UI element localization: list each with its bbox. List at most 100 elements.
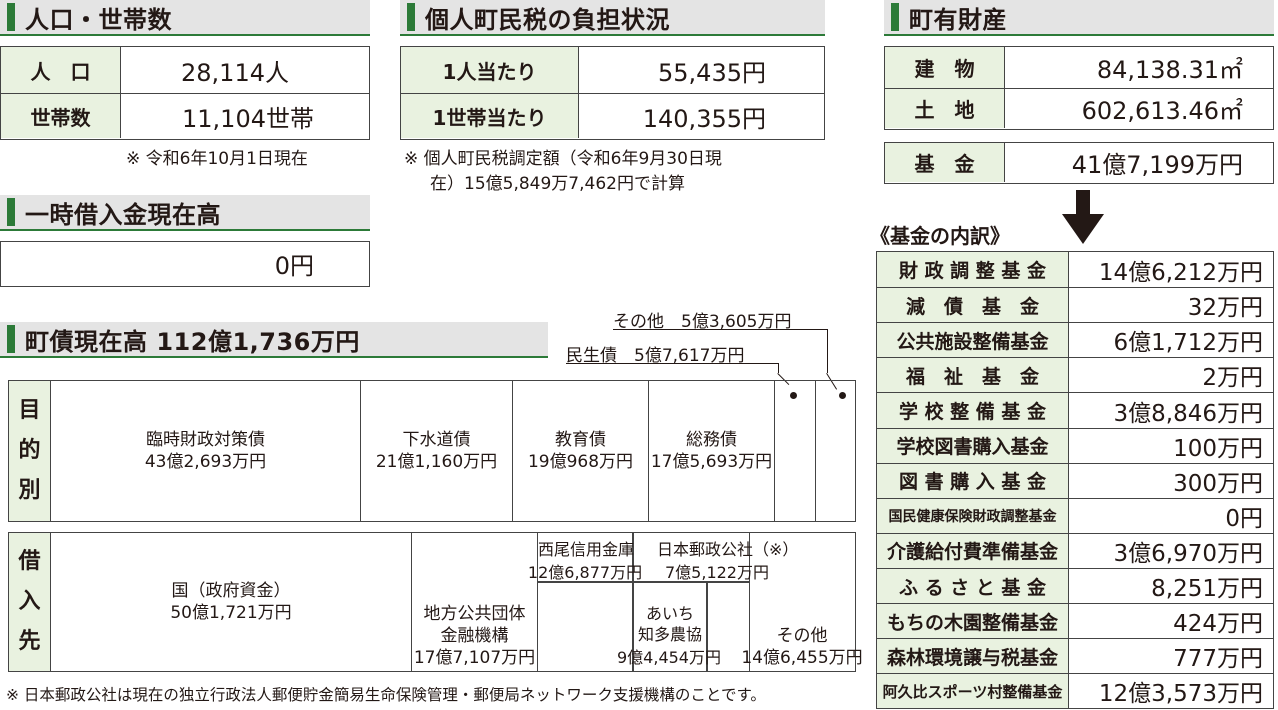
population-heading-text: 人口・世帯数 bbox=[25, 5, 172, 34]
fund-row: 図 書 購 入 基 金 300万円 bbox=[877, 462, 1273, 498]
fund-label: もちの木園整備基金 bbox=[877, 604, 1069, 639]
heading-accent-bar bbox=[7, 3, 15, 31]
lender-name: 地方公共団体 bbox=[423, 604, 526, 624]
fund-value: 32万円 bbox=[1187, 295, 1263, 322]
fund-label: 学校図書購入基金 bbox=[877, 428, 1069, 463]
purpose-amount: 43億2,693万円 bbox=[144, 452, 267, 472]
tax-table: 1人当たり 55,435円 1世帯当たり 140,355円 bbox=[400, 46, 825, 140]
fund-label: 図 書 購 入 基 金 bbox=[877, 463, 1069, 498]
lender-aichi-name1: あいち bbox=[645, 604, 694, 623]
lender-amount: 14億6,455万円 bbox=[741, 648, 863, 668]
purpose-name: 教育債 bbox=[555, 430, 606, 450]
lender-label-char: 先 bbox=[18, 629, 41, 654]
fund-row: 国民健康保険財政調整基金 0円 bbox=[877, 497, 1273, 533]
fund-value: 300万円 bbox=[1173, 470, 1263, 497]
lender-name: 国（政府資金） bbox=[171, 581, 291, 601]
funds-heading: 《基金の内訳》 bbox=[870, 224, 1010, 248]
lender-postal-amount: 7億5,122万円 bbox=[665, 563, 769, 582]
fund-label: 福 祉 基 金 bbox=[877, 358, 1069, 393]
purpose-cell-other bbox=[816, 381, 854, 521]
tax-per-person-value: 55,435円 bbox=[658, 58, 766, 87]
buildings-value: 84,138.31㎡ bbox=[1096, 56, 1243, 84]
fund-row: 阿久比スポーツ村整備基金 12億3,573万円 bbox=[877, 673, 1273, 709]
tax-per-person-label: 1人当たり bbox=[401, 47, 579, 93]
purpose-label-char: 的 bbox=[18, 438, 41, 463]
tax-heading: 個人町民税の負担状況 bbox=[400, 0, 825, 36]
debt-heading-text: 町債現在高 112億1,736万円 bbox=[25, 327, 360, 356]
purpose-label-char: 目 bbox=[18, 398, 41, 423]
purpose-label-char: 別 bbox=[18, 478, 41, 503]
fund-row: 学 校 整 備 基 金 3億8,846万円 bbox=[877, 392, 1273, 428]
purpose-cell-rinji: 臨時財政対策債 43億2,693万円 bbox=[51, 381, 361, 521]
other-marker-dot bbox=[839, 392, 846, 399]
tax-heading-text: 個人町民税の負担状況 bbox=[425, 5, 670, 34]
fund-label: 学 校 整 備 基 金 bbox=[877, 393, 1069, 428]
heading-accent-bar bbox=[407, 3, 415, 31]
lender-postal-name: 日本郵政公社（※） bbox=[657, 540, 799, 559]
fund-row: 減 債 基 金 32万円 bbox=[877, 287, 1273, 323]
fund-value: 0円 bbox=[1225, 505, 1263, 532]
loan-heading: 一時借入金現在高 bbox=[0, 195, 370, 231]
fund-row: 介護給付費準備基金 3億6,970万円 bbox=[877, 532, 1273, 569]
minsei-leader-line bbox=[566, 363, 778, 364]
fund-total-value: 41億7,199万円 bbox=[1071, 151, 1243, 179]
fund-label: ふ る さ と 基 金 bbox=[877, 568, 1069, 604]
fund-label: 減 債 基 金 bbox=[877, 288, 1069, 323]
fund-row: ふ る さ と 基 金 8,251万円 bbox=[877, 567, 1273, 604]
loan-heading-text: 一時借入金現在高 bbox=[25, 200, 221, 229]
lender-label-char: 借 bbox=[18, 549, 41, 574]
purpose-name: 臨時財政対策債 bbox=[146, 430, 265, 450]
land-value: 602,613.46㎡ bbox=[1081, 97, 1243, 125]
purpose-amount: 19億968万円 bbox=[527, 452, 634, 472]
funds-table: 財 政 調 整 基 金 14億6,212万円 減 債 基 金 32万円 公共施設… bbox=[876, 251, 1274, 709]
tax-per-person-row: 1人当たり 55,435円 bbox=[401, 47, 824, 93]
tax-per-household-row: 1世帯当たり 140,355円 bbox=[401, 93, 824, 138]
lender-amount: 50億1,721万円 bbox=[170, 603, 292, 623]
fund-total-label: 基 金 bbox=[885, 143, 1005, 182]
lender-aichi-name2: 知多農協 bbox=[637, 625, 702, 644]
fund-label: 国民健康保険財政調整基金 bbox=[877, 498, 1069, 533]
lender-cell-local-finance: 地方公共団体 金融機構 17億7,107万円 bbox=[412, 533, 538, 671]
population-heading: 人口・世帯数 bbox=[0, 0, 370, 36]
fund-value: 2万円 bbox=[1202, 365, 1263, 392]
fund-label: 阿久比スポーツ村整備基金 bbox=[877, 674, 1069, 709]
fund-value: 100万円 bbox=[1173, 435, 1263, 462]
lender-aichi-amount: 9億4,454万円 bbox=[617, 648, 721, 667]
fund-row: もちの木園整備基金 424万円 bbox=[877, 603, 1273, 639]
households-label: 世帯数 bbox=[1, 94, 121, 138]
population-note: ※ 令和6年10月1日現在 bbox=[126, 149, 308, 169]
minsei-marker-dot bbox=[790, 392, 797, 399]
population-value: 28,114人 bbox=[181, 58, 289, 87]
fund-value: 3億8,846万円 bbox=[1113, 400, 1263, 427]
lender-row-label: 借 入 先 bbox=[9, 533, 51, 671]
fund-row: 学校図書購入基金 100万円 bbox=[877, 427, 1273, 463]
population-table: 人 口 28,114人 世帯数 11,104世帯 bbox=[0, 46, 370, 140]
land-row: 土 地 602,613.46㎡ bbox=[885, 88, 1273, 128]
debt-lender-box: 借 入 先 国（政府資金） 50億1,721万円 地方公共団体 金融機構 17億… bbox=[8, 532, 863, 672]
other-leader-line bbox=[613, 329, 827, 330]
households-row: 世帯数 11,104世帯 bbox=[1, 93, 369, 138]
fund-total-box: 基 金 41億7,199万円 bbox=[884, 142, 1274, 184]
property-heading-text: 町有財産 bbox=[909, 5, 1007, 34]
fund-row: 財 政 調 整 基 金 14億6,212万円 bbox=[877, 252, 1273, 288]
debt-heading: 町債現在高 112億1,736万円 bbox=[0, 322, 548, 358]
purpose-cell-minsei bbox=[775, 381, 816, 521]
purpose-cell-somu: 総務債 17億5,693万円 bbox=[649, 381, 775, 521]
land-label: 土 地 bbox=[885, 89, 1005, 128]
debt-purpose-box: 目 的 別 臨時財政対策債 43億2,693万円 下水道債 21億1,160万円… bbox=[8, 380, 856, 522]
lender-label-char: 入 bbox=[18, 589, 41, 614]
population-row: 人 口 28,114人 bbox=[1, 47, 369, 93]
fund-value: 6億1,712万円 bbox=[1113, 330, 1263, 357]
purpose-name: 総務債 bbox=[686, 430, 737, 450]
fund-row: 公共施設整備基金 6億1,712万円 bbox=[877, 322, 1273, 358]
debt-footnote: ※ 日本郵政公社は現在の独立行政法人郵便貯金簡易生命保険管理・郵便局ネットワーク… bbox=[6, 686, 766, 704]
purpose-amount: 17億5,693万円 bbox=[650, 452, 773, 472]
fund-value: 14億6,212万円 bbox=[1098, 259, 1263, 286]
purpose-cell-kyoiku: 教育債 19億968万円 bbox=[513, 381, 649, 521]
tax-note-line1: ※ 個人町民税調定額（令和6年9月30日現 bbox=[404, 149, 722, 169]
buildings-label: 建 物 bbox=[885, 47, 1005, 88]
property-heading: 町有財産 bbox=[884, 0, 1274, 36]
other-leader-line bbox=[827, 329, 828, 373]
lender-nishio-amount: 12億6,877万円 bbox=[527, 563, 643, 582]
fund-value: 424万円 bbox=[1173, 611, 1263, 638]
